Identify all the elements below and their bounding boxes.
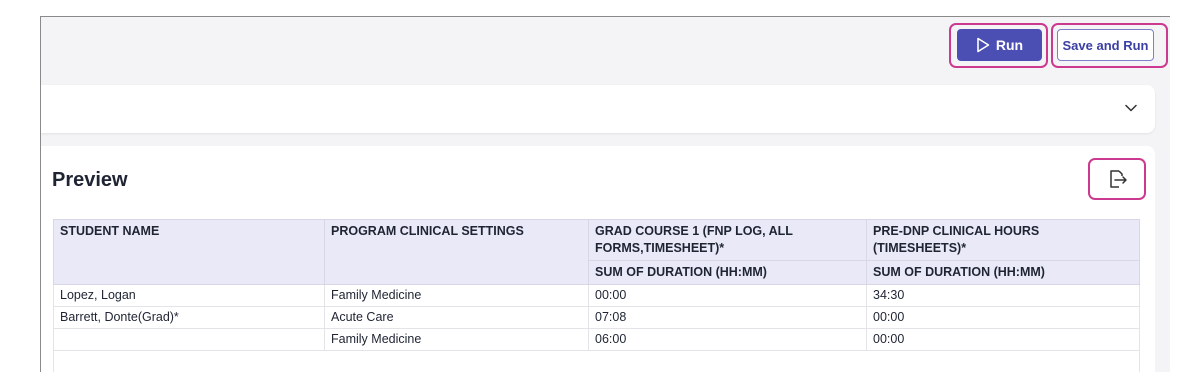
table-row: Barrett, Donte(Grad)* Acute Care 07:08 0… xyxy=(53,306,1140,329)
play-icon xyxy=(977,37,990,53)
cell-pre-dnp-duration: 00:00 xyxy=(866,306,1140,329)
toolbar: Run Save and Run xyxy=(41,17,1170,77)
cell-grad-duration: 07:08 xyxy=(588,306,867,329)
subheader-grad-duration: SUM OF DURATION (HH:MM) xyxy=(588,260,867,285)
table-row-empty xyxy=(53,350,1140,372)
cell-setting: Acute Care xyxy=(324,306,589,329)
export-button[interactable] xyxy=(1088,158,1146,200)
table-row: Family Medicine 06:00 00:00 xyxy=(53,328,1140,351)
preview-title: Preview xyxy=(52,169,128,191)
report-panel: Run Save and Run Preview STUDENT NAME PR… xyxy=(40,16,1170,372)
cell-setting: Family Medicine xyxy=(324,328,589,351)
collapsible-section[interactable] xyxy=(41,85,1155,133)
header-pre-dnp[interactable]: PRE-DNP CLINICAL HOURS (TIMESHEETS)* xyxy=(866,219,1140,261)
run-button[interactable]: Run xyxy=(957,29,1042,61)
header-grad-course[interactable]: GRAD COURSE 1 (FNP LOG, ALL FORMS,TIMESH… xyxy=(588,219,867,261)
cell-grad-duration: 00:00 xyxy=(588,284,867,307)
cell-pre-dnp-duration: 34:30 xyxy=(866,284,1140,307)
preview-table: STUDENT NAME PROGRAM CLINICAL SETTINGS G… xyxy=(53,219,1140,372)
run-button-label: Run xyxy=(995,37,1024,53)
cell-student: Barrett, Donte(Grad)* xyxy=(53,306,325,329)
header-program-clinical-settings[interactable]: PROGRAM CLINICAL SETTINGS xyxy=(324,219,589,285)
cell-pre-dnp-duration: 00:00 xyxy=(866,328,1140,351)
subheader-pre-dnp-duration: SUM OF DURATION (HH:MM) xyxy=(866,260,1140,285)
cell-setting: Family Medicine xyxy=(324,284,589,307)
preview-card: Preview STUDENT NAME PROGRAM CLINICAL SE… xyxy=(41,146,1155,372)
cell-grad-duration: 06:00 xyxy=(588,328,867,351)
export-icon xyxy=(1110,170,1127,188)
header-student-name[interactable]: STUDENT NAME xyxy=(53,219,325,285)
chevron-down-icon[interactable] xyxy=(1125,104,1137,112)
cell-student: Lopez, Logan xyxy=(53,284,325,307)
save-and-run-button[interactable]: Save and Run xyxy=(1057,29,1154,61)
cell-student xyxy=(53,328,325,351)
table-row: Lopez, Logan Family Medicine 00:00 34:30 xyxy=(53,284,1140,307)
